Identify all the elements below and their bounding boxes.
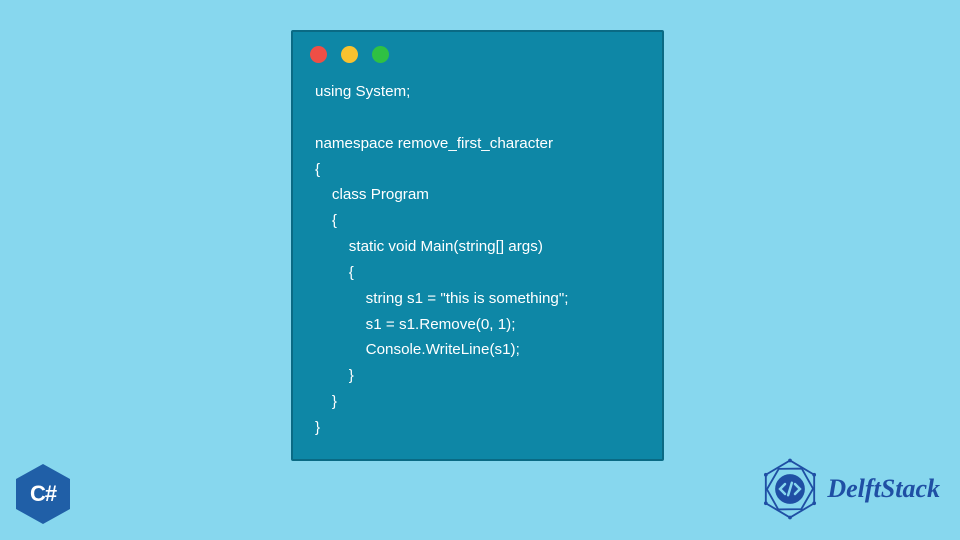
code-block: using System; namespace remove_first_cha…	[315, 79, 646, 441]
maximize-icon	[372, 46, 389, 63]
delftstack-label: DelftStack	[827, 474, 940, 504]
delftstack-logo: DelftStack	[759, 458, 940, 520]
minimize-icon	[341, 46, 358, 63]
close-icon	[310, 46, 327, 63]
code-badge-icon	[759, 458, 821, 520]
code-window: using System; namespace remove_first_cha…	[291, 30, 664, 461]
csharp-label: C#	[30, 481, 56, 507]
csharp-logo: C#	[16, 464, 70, 524]
hexagon-icon: C#	[16, 464, 70, 524]
window-traffic-lights	[310, 46, 646, 63]
